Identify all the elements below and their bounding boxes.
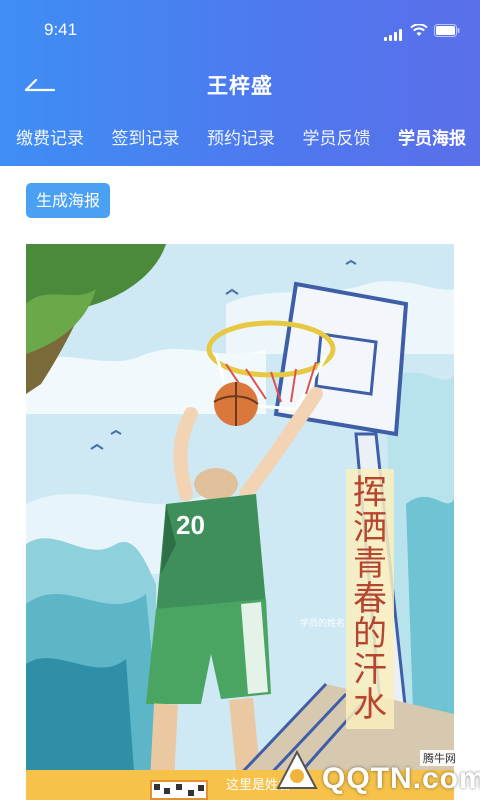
slogan-char: 青 xyxy=(353,543,387,584)
watermark-text: QQTN.com xyxy=(322,762,480,795)
qr-code-icon xyxy=(150,780,208,800)
tab-bar: 缴费记录 签到记录 预约记录 学员反馈 学员海报 xyxy=(0,124,480,154)
student-poster: 20 挥 洒 青 春 的 汗 水 学员的姓名 这里是姓名 xyxy=(26,244,454,800)
status-time: 9:41 xyxy=(44,20,78,39)
slogan-char: 汗 xyxy=(353,649,387,690)
watermark: 腾牛网 QQTN.com xyxy=(270,748,480,800)
page-title: 王梓盛 xyxy=(207,74,273,98)
poster-slogan: 挥 洒 青 春 的 汗 水 xyxy=(346,469,394,729)
slogan-char: 的 xyxy=(353,614,387,655)
watermark-logo-icon xyxy=(276,749,318,789)
status-icons xyxy=(384,22,460,41)
battery-icon xyxy=(434,22,460,41)
tab-student-poster[interactable]: 学员海报 xyxy=(398,124,466,154)
status-bar: 9:41 xyxy=(0,0,480,60)
slogan-char: 洒 xyxy=(353,508,387,549)
wifi-icon xyxy=(410,22,428,41)
tab-booking-records[interactable]: 预约记录 xyxy=(207,124,275,154)
nav-bar: 王梓盛 xyxy=(0,64,480,104)
signal-icon xyxy=(384,29,404,41)
player-name-placeholder: 学员的姓名 xyxy=(300,619,346,629)
jersey-number: 20 xyxy=(176,510,205,540)
generate-poster-button[interactable]: 生成海报 xyxy=(26,183,111,218)
tab-student-feedback[interactable]: 学员反馈 xyxy=(303,124,371,154)
tab-checkin-records[interactable]: 签到记录 xyxy=(112,124,180,154)
slogan-char: 挥 xyxy=(353,472,387,513)
slogan-char: 水 xyxy=(353,685,387,726)
slogan-char: 春 xyxy=(353,578,387,619)
tab-payment-records[interactable]: 缴费记录 xyxy=(16,124,84,154)
app-header: 9:41 王梓盛 缴费记录 签到记录 预约记录 学员反馈 学员海报 xyxy=(0,0,480,166)
